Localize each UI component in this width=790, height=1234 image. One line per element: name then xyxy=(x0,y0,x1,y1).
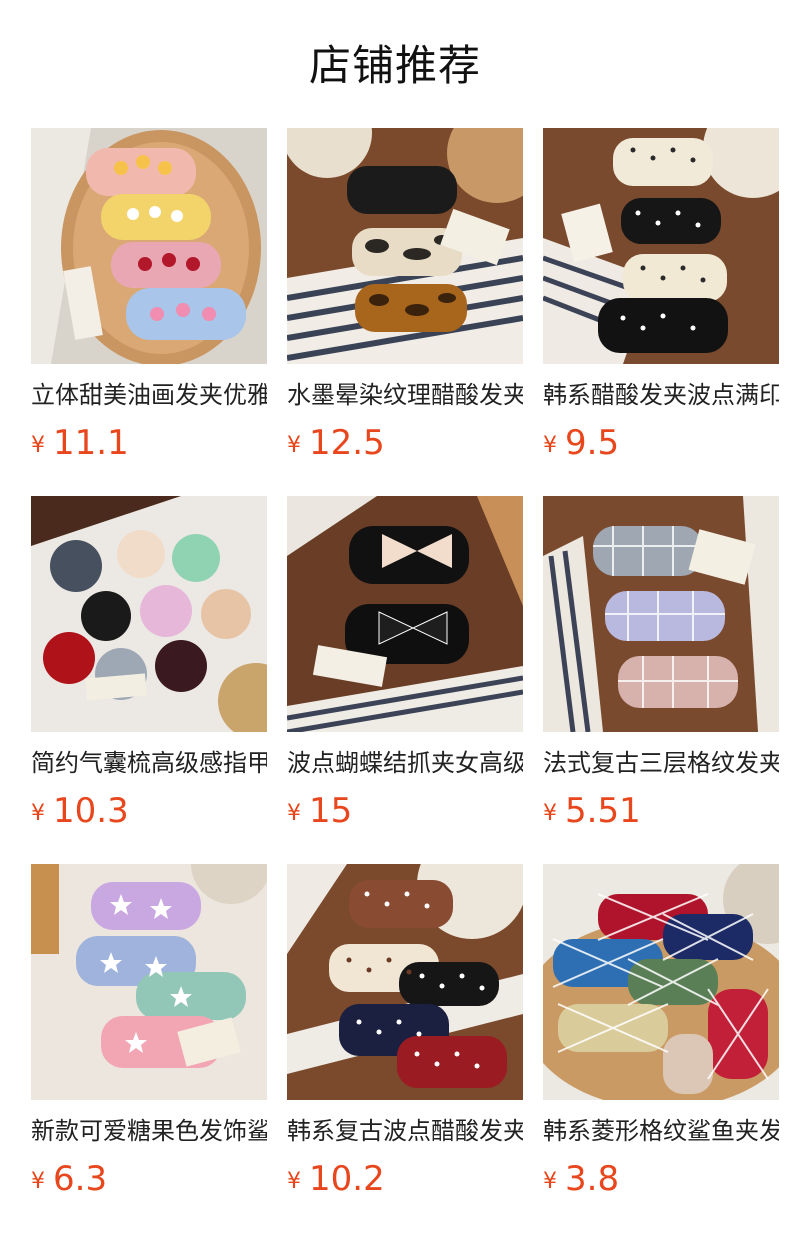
currency-symbol: ¥ xyxy=(287,1169,301,1194)
product-card[interactable]: 立体甜美油画发夹优雅 ¥11.1 xyxy=(31,128,267,463)
currency-symbol: ¥ xyxy=(31,433,45,458)
product-name[interactable]: 波点蝴蝶结抓夹女高级 xyxy=(287,748,523,778)
price-amount: 9.5 xyxy=(565,423,620,463)
product-card[interactable]: 韩系复古波点醋酸发夹 ¥10.2 xyxy=(287,864,523,1199)
product-price: ¥10.2 xyxy=(287,1158,523,1200)
currency-symbol: ¥ xyxy=(543,801,557,826)
product-card[interactable]: 波点蝴蝶结抓夹女高级 ¥15 xyxy=(287,496,523,831)
product-image[interactable] xyxy=(287,128,523,364)
product-grid: 立体甜美油画发夹优雅 ¥11.1 水墨晕染纹理醋酸发夹 ¥ 12.5 韩系醋酸发… xyxy=(31,128,779,1199)
price-amount: 5.51 xyxy=(565,791,641,831)
product-card[interactable]: 新款可爱糖果色发饰鲨 ¥6.3 xyxy=(31,864,267,1199)
product-card[interactable]: 简约气囊梳高级感指甲 ¥10.3 xyxy=(31,496,267,831)
product-image[interactable] xyxy=(31,864,267,1100)
product-price: ¥15 xyxy=(287,790,523,832)
product-name[interactable]: 法式复古三层格纹发夹 xyxy=(543,748,779,778)
price-amount: 11.1 xyxy=(53,423,129,463)
currency-symbol: ¥ xyxy=(543,1169,557,1194)
product-price: ¥9.5 xyxy=(543,422,779,464)
product-image[interactable] xyxy=(287,864,523,1100)
product-name[interactable]: 韩系菱形格纹鲨鱼夹发 xyxy=(543,1116,779,1146)
currency-symbol: ¥ xyxy=(31,1169,45,1194)
currency-symbol: ¥ xyxy=(287,801,301,826)
price-amount: 12.5 xyxy=(309,423,385,463)
product-name[interactable]: 韩系复古波点醋酸发夹 xyxy=(287,1116,523,1146)
product-name[interactable]: 立体甜美油画发夹优雅 xyxy=(31,380,267,410)
product-price: ¥10.3 xyxy=(31,790,267,832)
product-image[interactable] xyxy=(287,496,523,732)
price-amount: 10.3 xyxy=(53,791,129,831)
product-name[interactable]: 水墨晕染纹理醋酸发夹 xyxy=(287,380,523,410)
product-card[interactable]: 韩系醋酸发夹波点满印 ¥9.5 xyxy=(543,128,779,463)
product-name[interactable]: 新款可爱糖果色发饰鲨 xyxy=(31,1116,267,1146)
product-image[interactable] xyxy=(543,496,779,732)
product-image[interactable] xyxy=(31,496,267,732)
price-amount: 6.3 xyxy=(53,1159,108,1199)
product-card[interactable]: 水墨晕染纹理醋酸发夹 ¥12.5 xyxy=(287,128,523,463)
product-card[interactable]: 法式复古三层格纹发夹 ¥5.51 xyxy=(543,496,779,831)
currency-symbol: ¥ xyxy=(31,801,45,826)
product-price: ¥11.1 xyxy=(31,422,267,464)
product-price: ¥12.5 xyxy=(287,422,523,464)
product-price: ¥5.51 xyxy=(543,790,779,832)
product-name[interactable]: 韩系醋酸发夹波点满印 xyxy=(543,380,779,410)
price-amount: 15 xyxy=(309,791,353,831)
product-price: ¥6.3 xyxy=(31,1158,267,1200)
page-title: 店铺推荐 xyxy=(308,41,481,90)
product-card[interactable]: 韩系菱形格纹鲨鱼夹发 ¥3.8 xyxy=(543,864,779,1199)
price-amount: 10.2 xyxy=(309,1159,385,1199)
price-amount: 3.8 xyxy=(565,1159,620,1199)
product-name[interactable]: 简约气囊梳高级感指甲 xyxy=(31,748,267,778)
product-image[interactable] xyxy=(31,128,267,364)
product-image[interactable] xyxy=(543,128,779,364)
product-price: ¥3.8 xyxy=(543,1158,779,1200)
currency-symbol: ¥ xyxy=(287,433,301,458)
product-image[interactable] xyxy=(543,864,779,1100)
currency-symbol: ¥ xyxy=(543,433,557,458)
